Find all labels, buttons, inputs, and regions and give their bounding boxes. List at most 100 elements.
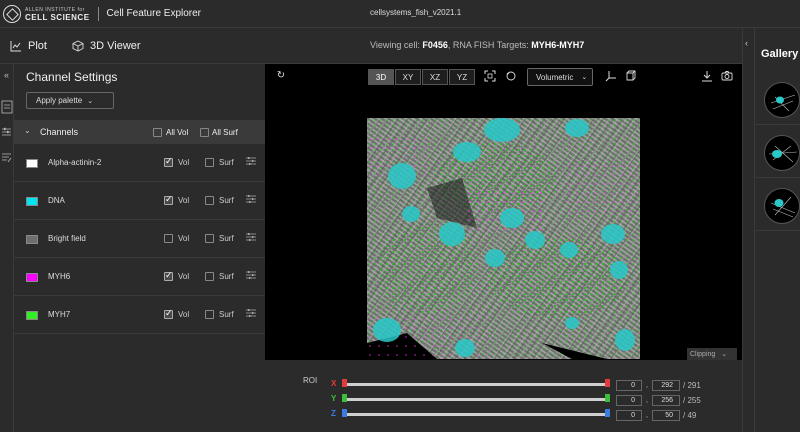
range-separator: ,	[646, 382, 648, 389]
bounding-box-icon[interactable]	[625, 70, 637, 82]
rotate-view-icon[interactable]	[505, 70, 517, 82]
view-mode-3d-button[interactable]: 3D	[368, 69, 394, 85]
roi-range-slider[interactable]	[342, 409, 610, 417]
header-divider	[97, 6, 99, 21]
download-icon[interactable]	[701, 70, 713, 82]
channel-settings-sliders-icon[interactable]	[246, 156, 256, 166]
surf-checkbox[interactable]	[205, 196, 214, 205]
logo-big-text: CELL SCIENCE	[25, 12, 90, 22]
range-max-handle[interactable]	[605, 379, 610, 387]
range-limit: / 291	[683, 381, 701, 390]
fit-view-icon[interactable]	[484, 70, 496, 82]
view-mode-xz-button[interactable]: XZ	[422, 69, 448, 85]
channel-color-swatch[interactable]	[26, 235, 38, 244]
targets-prefix: , RNA FISH Targets:	[447, 40, 529, 50]
range-min-input[interactable]: 0	[616, 410, 642, 421]
channel-name: MYH7	[48, 310, 71, 319]
surf-checkbox[interactable]	[205, 158, 214, 167]
surf-checkbox[interactable]	[205, 234, 214, 243]
channel-row: Bright field Vol Surf	[14, 220, 265, 258]
range-min-handle[interactable]	[342, 394, 347, 402]
surf-checkbox[interactable]	[205, 272, 214, 281]
channel-settings-sliders-icon[interactable]	[246, 194, 256, 204]
channel-row: Alpha-actinin-2 Vol Surf	[14, 144, 265, 182]
range-min-input[interactable]: 0	[616, 380, 642, 391]
view-mode-xy-button[interactable]: XY	[395, 69, 421, 85]
channel-name: Bright field	[48, 234, 86, 243]
render-mode-value: Volumetric	[536, 72, 574, 82]
gallery-thumbnail	[764, 135, 800, 171]
axis-label: X	[331, 379, 337, 388]
range-max-input[interactable]: 256	[652, 395, 680, 406]
vol-checkbox[interactable]	[164, 194, 173, 205]
channel-color-swatch[interactable]	[26, 159, 38, 168]
channel-settings-panel: Channel Settings Apply palette ⌄ ⌄ Chann…	[14, 64, 265, 432]
channels-label: Channels	[40, 127, 79, 137]
notes-icon[interactable]	[1, 152, 12, 163]
apply-palette-dropdown[interactable]: Apply palette ⌄	[26, 92, 114, 109]
gallery-thumbnail	[764, 82, 800, 118]
roi-range-slider[interactable]	[342, 379, 610, 387]
render-mode-select[interactable]: Volumetric ⌄	[527, 68, 593, 86]
channel-row: MYH7 Vol Surf	[14, 296, 265, 334]
range-separator: ,	[646, 412, 648, 419]
metadata-icon[interactable]	[1, 100, 13, 114]
gallery-item[interactable]	[755, 75, 800, 125]
collapse-chevron-icon[interactable]: ⌄	[24, 126, 31, 135]
roi-range-slider[interactable]	[342, 394, 610, 402]
axes-icon[interactable]	[605, 70, 617, 82]
view-mode-yz-button[interactable]: YZ	[449, 69, 475, 85]
cube-icon	[72, 40, 84, 52]
channel-settings-sliders-icon[interactable]	[246, 270, 256, 280]
volume-render-canvas[interactable]	[367, 118, 640, 359]
channels-header: ⌄ Channels All Vol All Surf	[14, 120, 265, 144]
gallery-collapse-bar[interactable]: ‹	[742, 28, 754, 432]
channel-color-swatch[interactable]	[26, 197, 38, 206]
gallery-item[interactable]	[755, 128, 800, 178]
vol-checkbox[interactable]	[164, 234, 173, 243]
tab-3d-viewer[interactable]: 3D Viewer	[72, 28, 141, 64]
vol-label: Vol	[178, 310, 190, 319]
vol-label: Vol	[178, 234, 190, 243]
all-surf-label: All Surf	[212, 128, 238, 137]
cell-id: F0456	[422, 40, 448, 50]
vol-checkbox[interactable]	[164, 308, 173, 319]
camera-icon[interactable]	[721, 70, 733, 82]
fish-targets: MYH6-MYH7	[531, 40, 585, 50]
range-max-input[interactable]: 292	[652, 380, 680, 391]
tab-3d-viewer-label: 3D Viewer	[90, 40, 141, 52]
channel-settings-sliders-icon[interactable]	[246, 232, 256, 242]
roi-panel: ROI X 0, 292/ 291 Y 0, 256/ 255 Z 0, 50/ 49	[265, 360, 742, 432]
vol-checkbox[interactable]	[164, 156, 173, 167]
channel-color-swatch[interactable]	[26, 273, 38, 282]
clipping-toggle[interactable]: Clipping ⌄	[687, 348, 737, 360]
channel-name: DNA	[48, 196, 65, 205]
range-max-handle[interactable]	[605, 394, 610, 402]
vol-label: Vol	[178, 158, 190, 167]
dataset-name: cellsystems_fish_v2021.1	[370, 8, 462, 17]
cell-volume-image	[367, 118, 640, 359]
range-max-input[interactable]: 50	[652, 410, 680, 421]
range-max-handle[interactable]	[605, 409, 610, 417]
gallery-item[interactable]	[755, 181, 800, 231]
surf-checkbox[interactable]	[205, 310, 214, 319]
collapse-panel-icon[interactable]: «	[1, 70, 12, 81]
axis-label: Z	[331, 409, 336, 418]
allen-institute-logo[interactable]: ALLEN INSTITUTE for CELL SCIENCE	[3, 4, 90, 23]
reset-camera-icon[interactable]: ↻	[275, 70, 287, 82]
roi-label: ROI	[303, 376, 318, 385]
channel-settings-icon[interactable]	[1, 126, 12, 137]
all-surf-checkbox[interactable]	[200, 128, 209, 137]
chevron-left-icon[interactable]: ‹	[745, 38, 748, 48]
range-limit: / 255	[683, 396, 701, 405]
vol-checkbox[interactable]	[164, 270, 173, 281]
channel-settings-sliders-icon[interactable]	[246, 308, 256, 318]
apply-palette-label: Apply palette	[36, 96, 83, 105]
range-min-input[interactable]: 0	[616, 395, 642, 406]
range-min-handle[interactable]	[342, 379, 347, 387]
tab-plot[interactable]: Plot	[10, 28, 47, 64]
channel-row: DNA Vol Surf	[14, 182, 265, 220]
all-vol-checkbox[interactable]	[153, 128, 162, 137]
channel-color-swatch[interactable]	[26, 311, 38, 320]
range-min-handle[interactable]	[342, 409, 347, 417]
